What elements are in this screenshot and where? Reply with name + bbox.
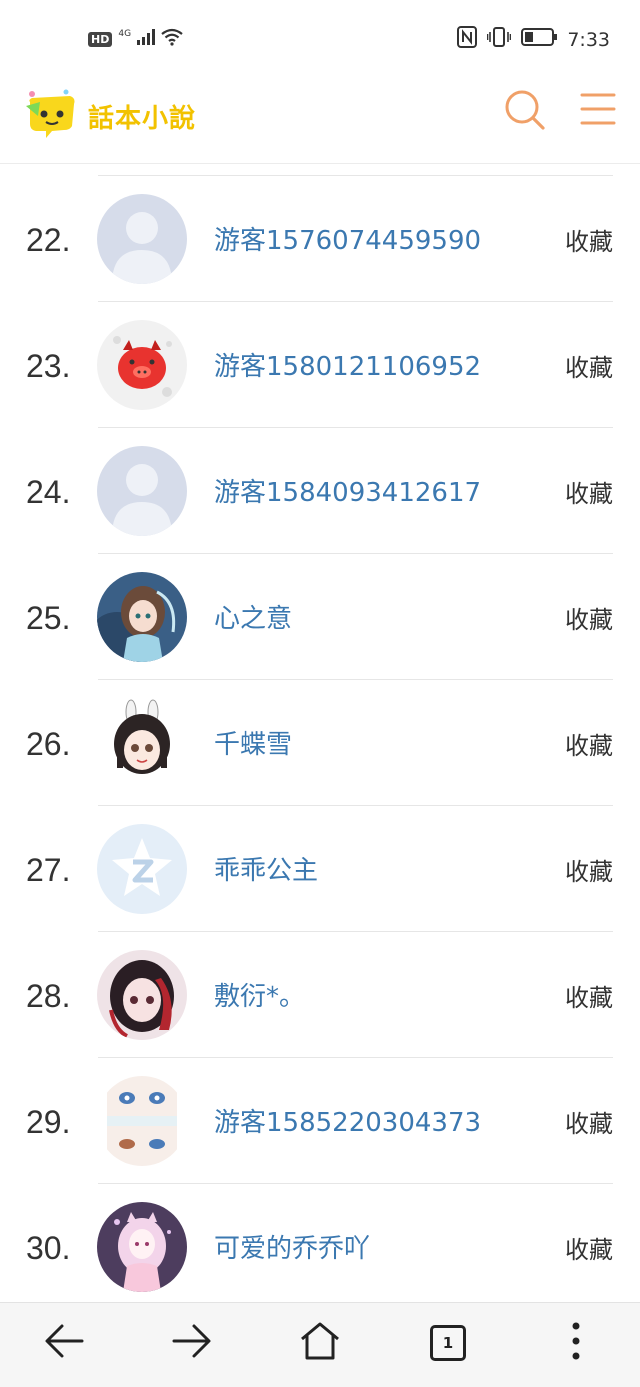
avatar[interactable] [97,320,187,410]
hd-badge: HD [88,32,113,47]
site-logo[interactable]: 話本小說 [22,86,196,147]
app-header: 話本小說 [0,78,640,164]
list-item[interactable]: 26. 千蝶雪 收藏 [0,680,640,806]
fav-label: 收藏 [565,228,613,256]
list-item[interactable]: 27. 乖乖公主 收藏 [0,806,640,932]
list-item[interactable]: 24. 游客1584093412617 收藏 [0,428,640,554]
more-button[interactable] [554,1321,598,1365]
rank-number: 23. [26,348,71,384]
rank-number: 26. [26,726,71,762]
list-item[interactable]: 23. 游客1580121106952 收藏 [0,302,640,428]
wifi-icon [161,28,183,51]
list-item[interactable]: 25. 心之意 收藏 [0,554,640,680]
tabs-button[interactable]: 1 [426,1321,470,1365]
battery-icon [521,28,558,51]
home-button[interactable] [298,1321,342,1365]
avatar[interactable] [97,446,187,536]
user-name-link[interactable]: 游客1585220304373 [214,1102,481,1139]
list-item[interactable]: 28. 敷衍*。 收藏 [0,932,640,1058]
back-button[interactable] [42,1321,86,1365]
avatar[interactable] [97,950,187,1040]
network-type: 4G [118,28,132,39]
status-left: HD 4G [88,28,183,51]
menu-icon [580,93,616,130]
user-name-link[interactable]: 游客1576074459590 [214,220,481,257]
back-arrow-icon [44,1323,84,1364]
forward-arrow-icon [172,1323,212,1364]
avatar[interactable] [97,1076,187,1166]
tab-count: 1 [442,1334,454,1352]
logo-text: 話本小說 [88,104,197,134]
more-vertical-icon [571,1321,581,1366]
avatar[interactable] [97,194,187,284]
fav-label: 收藏 [565,858,613,886]
user-name-link[interactable]: 可爱的乔乔吖 [214,1228,370,1265]
search-button[interactable] [503,88,547,132]
browser-bottom-nav: 1 [0,1302,640,1387]
list-item[interactable]: 29. 游客1585220304373 收藏 [0,1058,640,1184]
signal-icon [137,29,156,50]
status-right: 7:33 [457,26,610,53]
user-name-link[interactable]: 千蝶雪 [214,724,292,761]
avatar[interactable] [97,572,187,662]
rank-number: 28. [26,978,71,1014]
rank-number: 24. [26,474,71,510]
user-name-link[interactable]: 游客1580121106952 [214,346,481,383]
status-bar: HD 4G 7:33 [0,0,640,78]
user-name-link[interactable]: 游客1584093412617 [214,472,481,509]
logo-mascot-icon [22,86,78,147]
list-item[interactable]: 22. 游客1576074459590 收藏 [0,176,640,302]
avatar[interactable] [97,824,187,914]
fav-label: 收藏 [565,984,613,1012]
user-name-link[interactable]: 乖乖公主 [214,850,318,887]
fav-label: 收藏 [565,606,613,634]
menu-button[interactable] [580,92,616,126]
nfc-icon [457,26,478,53]
fav-label: 收藏 [565,354,613,382]
tabs-icon: 1 [430,1325,466,1361]
search-icon [503,90,547,136]
home-icon [299,1321,341,1366]
rank-number: 25. [26,600,71,636]
rank-number: 27. [26,852,71,888]
avatar[interactable] [97,1202,187,1292]
user-name-link[interactable]: 心之意 [214,598,292,635]
fav-label: 收藏 [565,1110,613,1138]
fav-label: 收藏 [565,1236,613,1264]
fav-label: 收藏 [565,480,613,508]
vibrate-icon [487,26,512,53]
user-name-link[interactable]: 敷衍*。 [214,976,305,1013]
fav-label: 收藏 [565,732,613,760]
avatar[interactable] [97,698,187,788]
rank-number: 22. [26,222,71,258]
list-item[interactable]: 30. 可爱的乔乔吖 收藏 [0,1184,640,1310]
rank-number: 30. [26,1230,71,1266]
rank-number: 29. [26,1104,71,1140]
forward-button[interactable] [170,1321,214,1365]
clock: 7:33 [567,28,610,51]
